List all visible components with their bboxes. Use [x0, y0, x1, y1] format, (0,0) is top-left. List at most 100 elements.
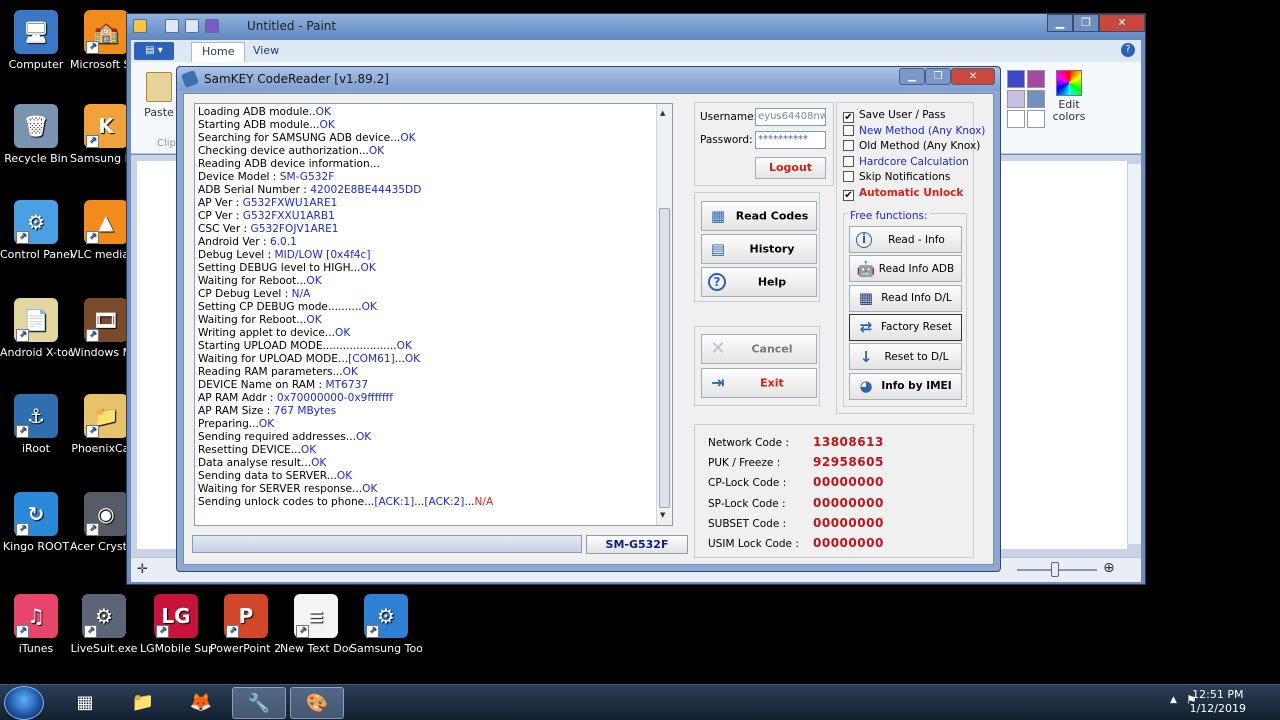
color-swatch[interactable]: [1007, 70, 1025, 88]
desktop-icon[interactable]: 📄↗ Android X-tools by ...: [0, 298, 72, 359]
code-value[interactable]: 00000000: [813, 516, 884, 530]
desktop-icon[interactable]: 🖥 Computer: [0, 10, 72, 71]
taskbar-explorer-icon[interactable]: 📁: [116, 687, 170, 719]
minimize-button[interactable]: ▁: [1047, 14, 1073, 32]
checkbox-unchecked-icon[interactable]: [843, 155, 854, 167]
desktop-icon[interactable]: ≡↗ New Text Document: [280, 594, 352, 655]
log-segment: ...: [394, 353, 405, 365]
code-value[interactable]: 13808613: [813, 435, 884, 449]
desktop-icon[interactable]: ♫ ↗ iTunes: [0, 594, 72, 655]
checkbox-checked-icon[interactable]: ✔: [843, 189, 854, 201]
cancel-icon: ✕: [710, 338, 726, 359]
clock[interactable]: 12:51 PM 1/12/2019: [1190, 688, 1246, 716]
exit-button[interactable]: ⇥ Exit: [701, 368, 817, 398]
clipboard-group-label: Clip: [157, 138, 176, 149]
taskbar-samkey-icon[interactable]: 🔧: [232, 687, 286, 719]
samkey-minimize-button[interactable]: ▁: [899, 68, 925, 85]
help-button[interactable]: ? Help: [701, 267, 817, 297]
desktop-icon[interactable]: ⚓ ↗ iRoot: [0, 394, 72, 455]
shortcut-arrow-icon: ↗: [226, 625, 239, 638]
show-hidden-icons-icon[interactable]: ▲: [1170, 695, 1177, 705]
log-scrollbar[interactable]: ▲ ▼: [656, 104, 672, 525]
code-value[interactable]: 00000000: [813, 496, 884, 510]
free-function-button[interactable]: ↓ Reset to D/L: [849, 343, 962, 371]
option-checkbox[interactable]: New Method (Any Knox): [843, 124, 985, 137]
log-scrollbar-thumb[interactable]: [659, 208, 670, 508]
log-segment: Waiting for Reboot...: [198, 275, 307, 287]
option-checkbox[interactable]: ✔ Save User / Pass: [843, 109, 946, 123]
color-swatch[interactable]: [1007, 90, 1025, 108]
desktop-icon[interactable]: ⚙ ↗ Control Panel: [0, 200, 72, 261]
zoom-slider-thumb[interactable]: [1051, 562, 1059, 577]
undo-icon[interactable]: [165, 19, 179, 33]
paint-app-icon[interactable]: [133, 19, 147, 33]
taskbar-paint-icon[interactable]: 🎨: [290, 687, 344, 719]
redo-icon[interactable]: [185, 19, 199, 33]
option-label: Hardcore Calculation: [859, 155, 969, 168]
samkey-title-bar[interactable]: SamKEY CodeReader [v1.89.2] ▁ ❐ ✕: [177, 67, 1000, 91]
desktop-icon[interactable]: 🗑 Recycle Bin: [0, 104, 72, 165]
free-function-button[interactable]: i Read - Info: [849, 226, 962, 253]
model-button[interactable]: SM-G532F: [586, 535, 688, 554]
desktop-icon-label: LGMobile Support Tool: [140, 642, 212, 655]
paste-button[interactable]: Paste: [139, 72, 179, 119]
log-segment: G532FXWU1ARE1: [242, 197, 338, 209]
color-swatch[interactable]: [1027, 70, 1045, 88]
code-value[interactable]: 00000000: [813, 536, 884, 550]
samkey-close-button[interactable]: ✕: [951, 68, 995, 85]
desktop-icon[interactable]: ↻ ↗ Kingo ROOT: [0, 492, 72, 553]
save-icon[interactable]: [205, 19, 219, 33]
checkbox-unchecked-icon[interactable]: [843, 140, 854, 151]
log-segment: Waiting for SERVER response...: [198, 483, 363, 495]
desktop-icon[interactable]: P↗ PowerPoint 2013: [210, 594, 282, 655]
maximize-button[interactable]: ❐: [1073, 14, 1099, 32]
desktop-icon[interactable]: LG↗ LGMobile Support Tool: [140, 594, 212, 655]
taskbar-firefox-icon[interactable]: 🦊: [174, 687, 228, 719]
history-button[interactable]: ▤ History: [701, 234, 817, 264]
help-icon[interactable]: ?: [1121, 43, 1135, 57]
vertical-scrollbar[interactable]: [1127, 164, 1141, 544]
password-input[interactable]: **********: [755, 131, 826, 149]
checkbox-checked-icon[interactable]: ✔: [843, 112, 854, 123]
free-function-button[interactable]: 🤖 Read Info ADB: [849, 255, 962, 283]
log-segment: OK: [342, 366, 358, 378]
free-function-button[interactable]: ⇄ Factory Reset: [849, 313, 962, 341]
code-value[interactable]: 92958605: [813, 455, 884, 469]
tab-view[interactable]: View: [243, 42, 289, 62]
tab-home[interactable]: Home: [191, 42, 246, 62]
option-checkbox[interactable]: Old Method (Any Knox): [843, 140, 980, 152]
desktop-icon[interactable]: ⚙↗ Samsung Tool PRO: [350, 594, 422, 655]
cancel-button[interactable]: ✕ Cancel: [701, 334, 817, 364]
scroll-up-icon[interactable]: ▲: [660, 107, 665, 120]
start-button[interactable]: [4, 686, 44, 720]
username-input[interactable]: eyus64408nwt: [755, 108, 826, 126]
zoom-in-icon[interactable]: ⊕: [1103, 560, 1115, 576]
option-checkbox[interactable]: ✔ Automatic Unlock: [843, 187, 963, 201]
free-function-button[interactable]: ◕ Info by IMEI: [849, 372, 962, 400]
log-output[interactable]: ▲ ▼ Loading ADB module..OK Starting ADB m…: [194, 103, 673, 526]
paint-title-bar[interactable]: Untitled - Paint ▁ ❐ ✕: [127, 14, 1145, 40]
taskbar-switch-windows-icon[interactable]: ▦: [58, 687, 112, 719]
read-codes-button[interactable]: ▦ Read Codes: [701, 201, 817, 231]
paint-menu-button[interactable]: ▤ ▾: [134, 42, 174, 60]
free-functions-label: Free functions:: [848, 210, 930, 222]
samkey-maximize-button[interactable]: ❐: [925, 68, 951, 85]
code-value[interactable]: 00000000: [813, 475, 884, 489]
checkbox-unchecked-icon[interactable]: [843, 171, 854, 182]
edit-colors-button[interactable]: Edit colors: [1051, 70, 1087, 123]
checkbox-unchecked-icon[interactable]: [843, 124, 854, 136]
color-swatch[interactable]: [1027, 110, 1045, 128]
desktop-icon[interactable]: ⚙ ↗ LiveSuit.exe: [68, 594, 140, 655]
color-swatch[interactable]: [1007, 110, 1025, 128]
option-checkbox[interactable]: Skip Notifications: [843, 171, 950, 183]
edit-colors-label: Edit colors: [1052, 98, 1086, 123]
desktop-app-icon: ♫ ↗: [14, 594, 58, 638]
free-function-button[interactable]: ▦ Read Info D/L: [849, 284, 962, 312]
color-swatch[interactable]: [1027, 90, 1045, 108]
close-button[interactable]: ✕: [1099, 14, 1145, 32]
scroll-down-icon[interactable]: ▼: [660, 509, 665, 522]
logout-button[interactable]: Logout: [755, 157, 826, 179]
option-checkbox[interactable]: Hardcore Calculation: [843, 155, 969, 168]
log-segment: OK: [335, 327, 351, 339]
control-group: ✕ Cancel ⇥ Exit: [694, 326, 820, 406]
